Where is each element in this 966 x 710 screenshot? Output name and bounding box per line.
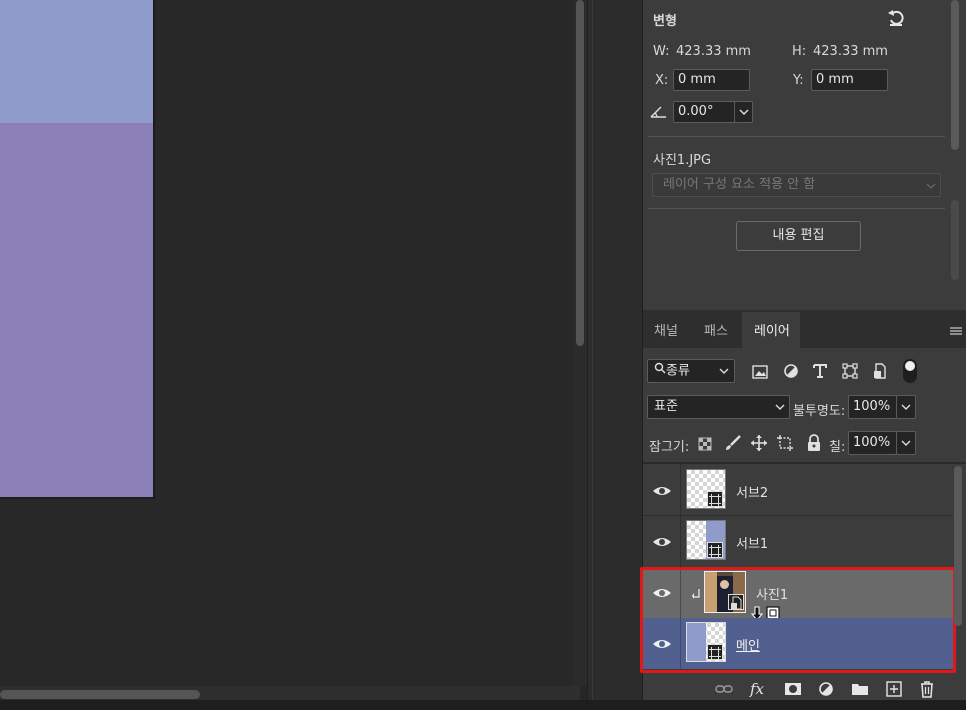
delete-layer-icon[interactable] bbox=[918, 680, 936, 698]
layer-filter-select[interactable]: 종류 bbox=[647, 359, 735, 383]
new-group-folder-icon[interactable] bbox=[851, 680, 869, 698]
y-label: Y: bbox=[793, 73, 804, 88]
angle-icon bbox=[650, 104, 668, 120]
tab-paths[interactable]: 패스 bbox=[704, 320, 728, 339]
fill-dropdown[interactable] bbox=[896, 431, 916, 455]
chevron-down-icon bbox=[901, 404, 911, 410]
divider bbox=[648, 208, 945, 209]
artboard-badge-icon bbox=[707, 491, 723, 507]
height-value: 423.33 mm bbox=[813, 44, 888, 59]
chevron-down-icon bbox=[773, 396, 787, 418]
panel-dock-divider-line bbox=[592, 0, 593, 700]
layer-style-fx-icon[interactable]: fx bbox=[750, 680, 768, 698]
properties-scrollbar-lower bbox=[951, 200, 959, 280]
tab-channels[interactable]: 채널 bbox=[654, 320, 678, 339]
opacity-label: 불투명도: bbox=[793, 404, 846, 419]
window-bottom-edge bbox=[0, 700, 966, 710]
transform-section-title: 변형 bbox=[653, 14, 677, 29]
highlight-box bbox=[640, 567, 956, 673]
lock-position-icon[interactable] bbox=[750, 434, 768, 452]
layer-name[interactable]: 서브1 bbox=[736, 533, 768, 552]
lock-artboard-icon[interactable] bbox=[776, 434, 794, 452]
width-label: W: bbox=[653, 44, 670, 59]
filter-toggle-switch[interactable] bbox=[903, 359, 917, 383]
link-layers-icon[interactable] bbox=[715, 680, 733, 698]
angle-field[interactable]: 0.00° bbox=[673, 101, 735, 123]
document-shadow bbox=[153, 0, 155, 497]
divider bbox=[648, 136, 945, 137]
x-label: X: bbox=[655, 73, 669, 88]
layer-comp-select[interactable]: 레이어 구성 요소 적용 안 함 bbox=[652, 173, 941, 197]
document-shadow-bottom bbox=[0, 497, 155, 499]
layers-panel-tabbar bbox=[643, 310, 966, 348]
lock-label: 잠그기: bbox=[649, 440, 690, 455]
height-label: H: bbox=[792, 44, 807, 59]
search-icon bbox=[654, 360, 666, 382]
lock-image-pixels-icon[interactable] bbox=[724, 434, 742, 452]
panel-menu-icon[interactable] bbox=[948, 323, 964, 337]
layer-name[interactable]: 서브2 bbox=[736, 482, 768, 501]
filter-shape-icon[interactable] bbox=[842, 363, 858, 379]
lock-all-icon[interactable] bbox=[806, 434, 822, 452]
panel-dock-divider bbox=[587, 0, 643, 700]
filter-type-icon[interactable] bbox=[812, 363, 828, 379]
chevron-down-icon bbox=[924, 178, 938, 192]
chevron-down-icon bbox=[901, 440, 911, 446]
add-mask-icon[interactable] bbox=[784, 680, 802, 698]
opacity-dropdown[interactable] bbox=[896, 395, 916, 419]
y-position-field[interactable]: 0 mm bbox=[811, 69, 888, 91]
new-adjustment-layer-icon[interactable] bbox=[818, 680, 836, 698]
document-bottom-region bbox=[0, 123, 153, 497]
properties-scrollbar[interactable] bbox=[951, 0, 959, 150]
document-top-region bbox=[0, 0, 153, 123]
tab-layers[interactable]: 레이어 bbox=[754, 320, 790, 339]
layer-filter-label: 종류 bbox=[666, 363, 690, 379]
canvas-vertical-scroll-thumb[interactable] bbox=[576, 0, 584, 346]
reset-transform-icon[interactable] bbox=[886, 8, 906, 28]
smart-object-file-name: 사진1.JPG bbox=[653, 153, 712, 168]
filter-pixel-icon[interactable] bbox=[752, 364, 768, 379]
blend-mode-select[interactable]: 표준 bbox=[647, 395, 790, 419]
artboard-badge-icon bbox=[707, 542, 723, 558]
new-layer-icon[interactable] bbox=[885, 680, 903, 698]
layers-scrollbar[interactable] bbox=[954, 466, 962, 626]
opacity-field[interactable]: 100% bbox=[848, 395, 897, 419]
filter-smart-object-icon[interactable] bbox=[872, 363, 888, 379]
chevron-down-icon bbox=[738, 109, 749, 116]
filter-adjustment-icon[interactable] bbox=[783, 363, 799, 379]
eye-icon[interactable] bbox=[651, 534, 673, 548]
canvas-horizontal-scroll-thumb[interactable] bbox=[0, 690, 200, 699]
fill-field[interactable]: 100% bbox=[848, 431, 897, 455]
x-position-field[interactable]: 0 mm bbox=[673, 69, 750, 91]
fill-label: 칠: bbox=[829, 440, 846, 455]
lock-transparent-pixels-icon[interactable] bbox=[698, 436, 712, 451]
eye-icon[interactable] bbox=[651, 483, 673, 497]
width-value: 423.33 mm bbox=[676, 44, 751, 59]
chevron-down-icon bbox=[718, 360, 730, 390]
angle-dropdown[interactable] bbox=[734, 101, 753, 123]
edit-contents-button[interactable]: 내용 편집 bbox=[736, 221, 861, 251]
